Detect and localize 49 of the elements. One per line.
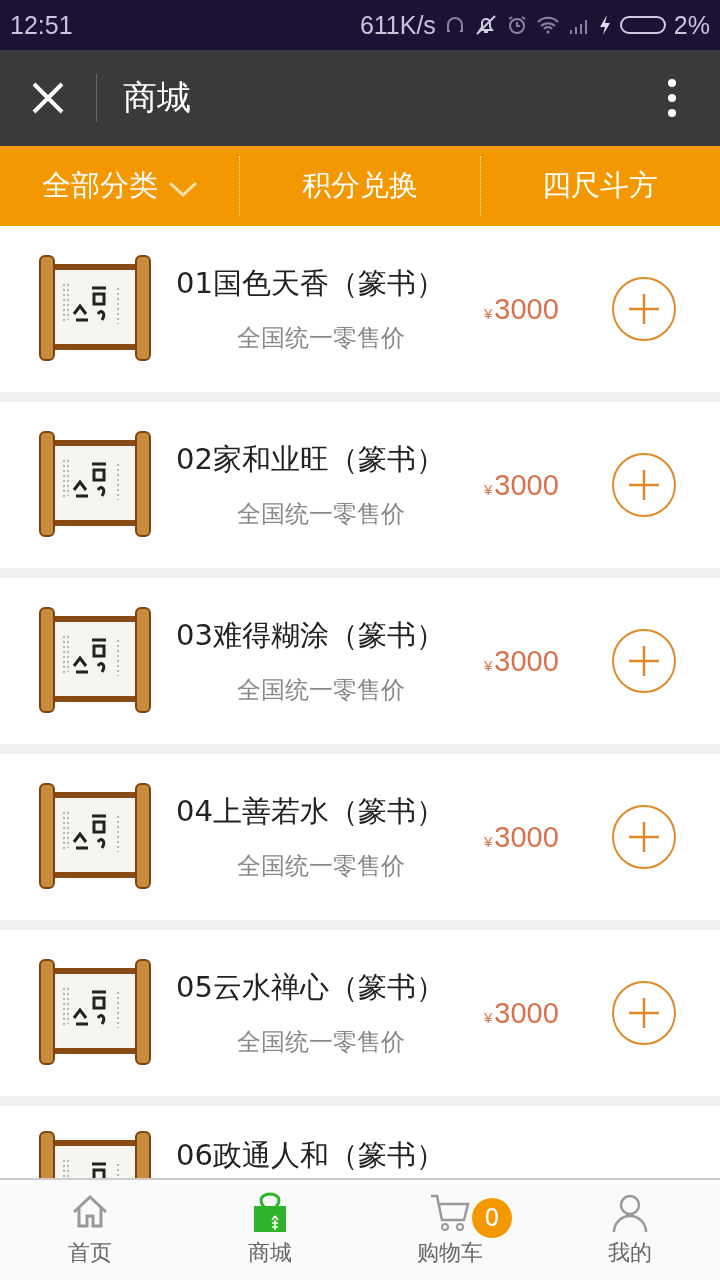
plus-icon	[627, 644, 661, 678]
product-price: ¥3000	[484, 292, 560, 326]
battery-percent: 2%	[673, 10, 710, 40]
person-icon	[610, 1192, 650, 1234]
product-price: ¥3000	[484, 468, 560, 502]
product-subtitle: 全国统一零售价	[237, 499, 405, 530]
product-price: ¥3000	[484, 820, 560, 854]
product-title: 01国色天香（篆书）	[176, 265, 445, 302]
charging-bolt-icon	[597, 14, 612, 36]
network-speed: 611K/s	[359, 10, 436, 40]
plus-icon	[627, 292, 661, 326]
product-card[interactable]: 01国色天香（篆书） 全国统一零售价 ¥3000	[0, 226, 720, 392]
close-icon	[31, 81, 65, 115]
plus-icon	[627, 468, 661, 502]
product-price: ¥3000	[484, 996, 560, 1030]
plus-icon	[627, 996, 661, 1030]
product-title: 02家和业旺（篆书）	[176, 441, 445, 478]
product-title: 03难得糊涂（篆书）	[176, 617, 445, 654]
add-to-cart-button[interactable]	[612, 277, 676, 341]
product-price: ¥3000	[484, 644, 560, 678]
add-to-cart-button[interactable]	[612, 981, 676, 1045]
product-card[interactable]: 06政通人和（篆书）	[0, 1106, 720, 1178]
product-title: 04上善若水（篆书）	[176, 793, 445, 830]
product-title: 05云水禅心（篆书）	[176, 969, 445, 1006]
product-card[interactable]: 02家和业旺（篆书） 全国统一零售价 ¥3000	[0, 402, 720, 568]
add-to-cart-button[interactable]	[612, 805, 676, 869]
product-card[interactable]: 05云水禅心（篆书） 全国统一零售价 ¥3000	[0, 930, 720, 1096]
product-title: 06政通人和（篆书）	[176, 1137, 445, 1174]
status-time: 12:51	[10, 10, 73, 40]
plus-icon	[627, 820, 661, 854]
add-to-cart-button[interactable]	[612, 453, 676, 517]
product-subtitle: 全国统一零售价	[237, 675, 405, 706]
chevron-down-icon	[167, 180, 198, 198]
product-subtitle: 全国统一零售价	[237, 323, 405, 354]
wifi-icon	[535, 15, 560, 35]
nav-tab[interactable]: 首页	[0, 1180, 180, 1280]
cart-count-badge: 0	[472, 1198, 512, 1238]
product-card[interactable]: 03难得糊涂（篆书） 全国统一零售价 ¥3000	[0, 578, 720, 744]
nav-tab[interactable]: 购物车 0	[360, 1180, 540, 1280]
battery-icon	[619, 15, 666, 35]
product-card[interactable]: 04上善若水（篆书） 全国统一零售价 ¥3000	[0, 754, 720, 920]
add-to-cart-button[interactable]	[612, 629, 676, 693]
more-icon	[667, 78, 677, 118]
nav-tab[interactable]: 我的	[540, 1180, 720, 1280]
product-subtitle: 全国统一零售价	[237, 851, 405, 882]
product-subtitle: 全国统一零售价	[237, 1027, 405, 1058]
nav-tab[interactable]: 商城	[180, 1180, 360, 1280]
page-title: 商城	[123, 76, 192, 119]
cart-icon	[430, 1192, 470, 1234]
